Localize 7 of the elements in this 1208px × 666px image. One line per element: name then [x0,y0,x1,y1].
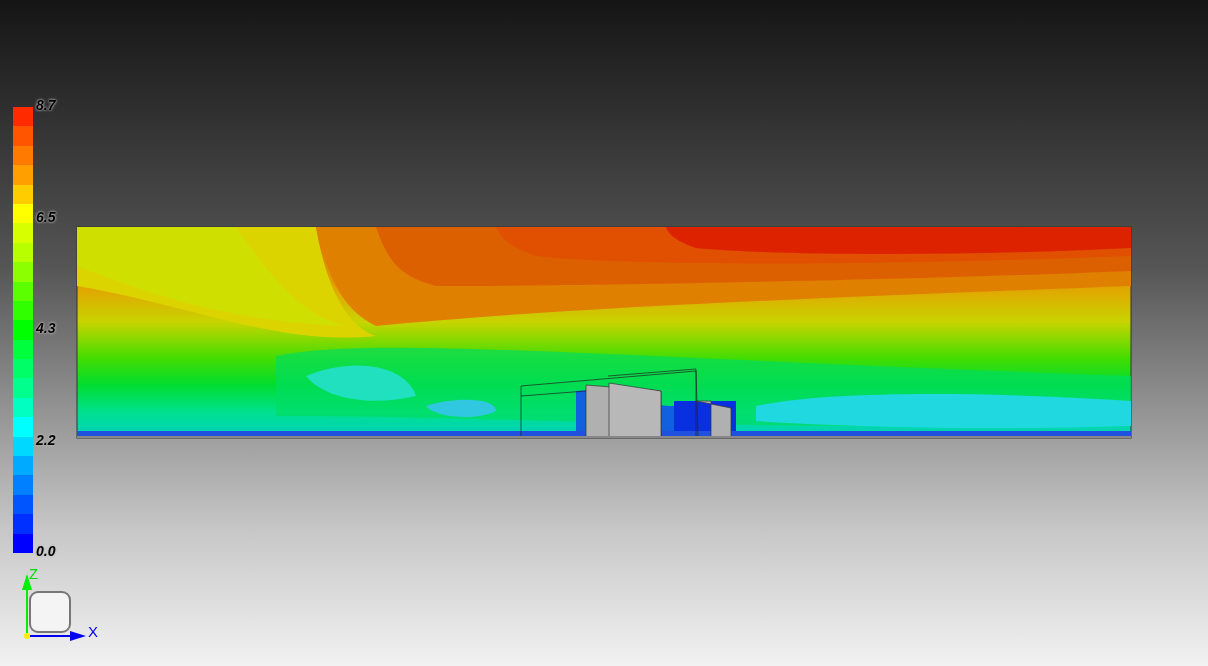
scale-label: 8.7 [36,98,56,112]
z-axis-label: Z [29,566,39,581]
scale-label: 0.0 [36,544,56,558]
scale-label: 4.3 [36,321,56,335]
scale-label: 2.2 [36,432,56,447]
x-axis-label: X [88,624,98,639]
scale-label: 6.5 [36,209,56,224]
